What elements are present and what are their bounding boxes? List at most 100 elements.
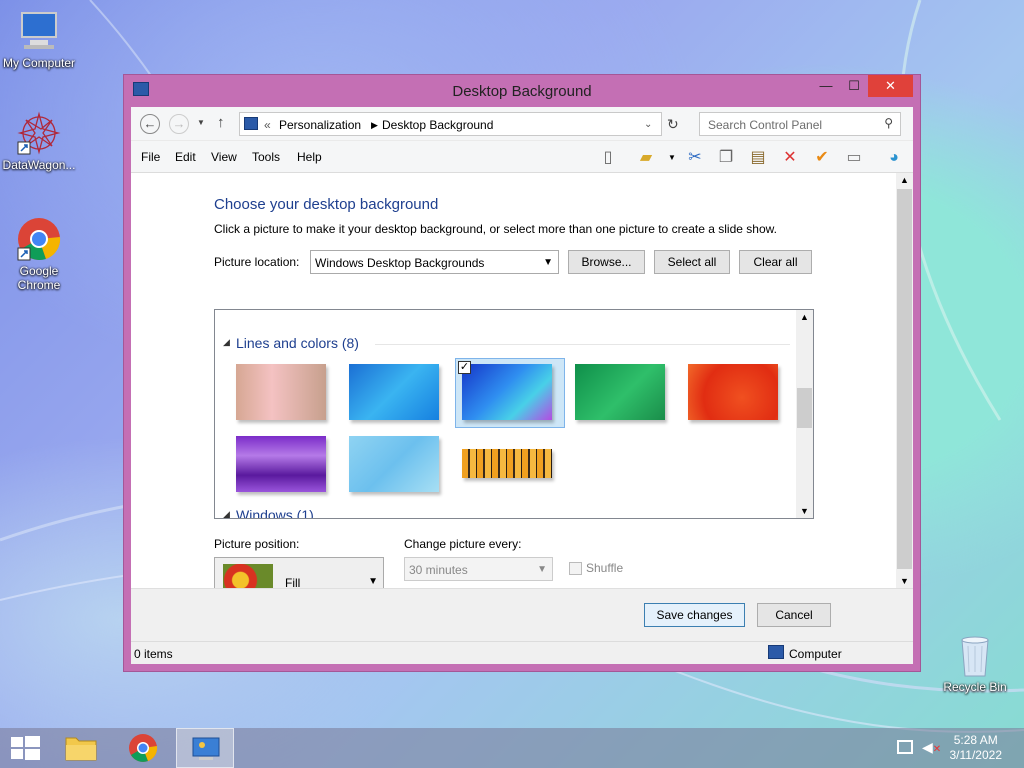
cancel-button[interactable]: Cancel (757, 603, 831, 627)
change-picture-select[interactable]: 30 minutes ▼ (404, 557, 553, 581)
volume-muted-icon[interactable]: ◀✕ (922, 739, 941, 756)
collapse-group-icon[interactable]: ◢ (223, 509, 230, 518)
recycle-bin-icon (952, 632, 998, 678)
picture-location-select[interactable]: Windows Desktop Backgrounds ▼ (310, 250, 559, 274)
checkbox-checked-icon[interactable]: ✓ (458, 361, 471, 374)
group-header-windows[interactable]: Windows (1) (236, 507, 314, 518)
paste-icon[interactable]: ▤ (747, 147, 769, 169)
taskbar: ◀✕ 5:28 AM 3/11/2022 (0, 728, 1024, 768)
menu-view[interactable]: View (211, 150, 237, 164)
navigation-bar: ← → ▼ ↑ « Personalization ▶ Desktop Back… (131, 107, 913, 141)
cut-icon[interactable]: ✂ (684, 147, 706, 169)
group-header-lines-and-colors[interactable]: Lines and colors (8) (236, 335, 359, 351)
desktop-icon-google-chrome[interactable]: Google Chrome (0, 216, 78, 292)
folder-check-icon[interactable]: ▰ (635, 147, 657, 169)
recent-locations-dropdown[interactable]: ▼ (197, 118, 205, 127)
menu-tools[interactable]: Tools (252, 150, 280, 164)
thumbnail-pink-cartoon[interactable] (236, 364, 326, 420)
menu-edit[interactable]: Edit (175, 150, 196, 164)
close-button[interactable]: ✕ (868, 75, 913, 97)
browse-button[interactable]: Browse... (568, 250, 645, 274)
gallery-scrollbar[interactable]: ▲ ▼ (796, 310, 813, 518)
back-button[interactable]: ← (140, 114, 160, 134)
file-explorer-taskbar-button[interactable] (52, 728, 110, 768)
chrome-icon (16, 216, 62, 262)
computer-icon (768, 645, 784, 659)
thumbnail-blue-petals[interactable] (462, 364, 552, 420)
search-placeholder: Search Control Panel (708, 118, 823, 132)
status-location: Computer (789, 647, 842, 661)
preview-pane-icon[interactable]: ▯ (597, 147, 619, 169)
thumbnail-light-blue-lines[interactable] (349, 436, 439, 492)
save-changes-button[interactable]: Save changes (644, 603, 745, 627)
window-title: Desktop Background (452, 83, 592, 100)
shuffle-label: Shuffle (586, 561, 624, 575)
network-icon[interactable] (897, 740, 913, 754)
folder-dropdown-icon[interactable]: ▼ (661, 147, 683, 169)
scrollbar-thumb[interactable] (797, 388, 812, 428)
chevron-down-icon: ▼ (543, 257, 553, 268)
copy-icon[interactable]: ❐ (715, 147, 737, 169)
desktop-icon-datawagon[interactable]: DataWagon... (0, 110, 78, 172)
desktop-icon-recycle-bin[interactable]: Recycle Bin (936, 632, 1014, 694)
thumbnail-orange-swirl[interactable] (688, 364, 778, 420)
maximize-button[interactable]: ☐ (840, 75, 868, 97)
thumbnail-orange-stripes[interactable] (462, 449, 552, 478)
clock-date: 3/11/2022 (949, 748, 1003, 762)
chevron-down-icon: ▼ (537, 564, 547, 575)
desktop-icon-label: Google Chrome (17, 264, 61, 292)
address-dropdown-icon[interactable]: ⌄ (644, 119, 652, 130)
desktop-background-window: Desktop Background — ☐ ✕ ← → ▼ ↑ « Perso… (123, 74, 921, 672)
page-description: Click a picture to make it your desktop … (214, 222, 777, 236)
status-item-count: 0 items (134, 647, 173, 661)
select-all-button[interactable]: Select all (654, 250, 730, 274)
start-button[interactable] (0, 728, 58, 768)
shuffle-checkbox[interactable] (569, 562, 582, 575)
scroll-up-icon[interactable]: ▲ (800, 312, 809, 322)
datawagon-icon (16, 110, 62, 156)
desktop-icon-my-computer[interactable]: My Computer (0, 8, 78, 70)
minimize-button[interactable]: — (812, 75, 840, 97)
menu-help[interactable]: Help (297, 150, 322, 164)
menu-bar: File Edit View Tools Help ▯ ▰ ▼ ✂ ❐ ▤ ✕ … (131, 141, 913, 173)
thumbnail-blue-lines[interactable] (349, 364, 439, 420)
up-button[interactable]: ↑ (217, 114, 225, 131)
globe-icon[interactable]: ◕ (883, 147, 905, 169)
delete-icon[interactable]: ✕ (779, 147, 801, 169)
chrome-icon (129, 734, 158, 762)
refresh-icon[interactable]: ↻ (667, 116, 679, 133)
breadcrumb-separator-icon: ▶ (371, 120, 378, 130)
properties-check-icon[interactable]: ✔ (811, 147, 833, 169)
picture-position-label: Picture position: (214, 537, 300, 551)
taskbar-clock[interactable]: 5:28 AM 3/11/2022 (950, 733, 1003, 763)
breadcrumb-personalization[interactable]: Personalization (279, 118, 361, 132)
desktop-icon-label: Recycle Bin (943, 680, 1007, 694)
picture-location-label: Picture location: (214, 255, 300, 269)
chevron-down-icon: ▼ (368, 576, 378, 587)
chrome-taskbar-button[interactable] (114, 728, 172, 768)
control-panel-taskbar-button[interactable] (176, 728, 234, 768)
scroll-down-icon[interactable]: ▼ (800, 506, 809, 516)
folder-icon (65, 737, 97, 761)
search-icon[interactable]: ⚲ (884, 116, 893, 130)
thumbnail-purple-waves[interactable] (236, 436, 326, 492)
clear-all-button[interactable]: Clear all (739, 250, 812, 274)
collapse-group-icon[interactable]: ◢ (223, 337, 230, 348)
clock-time: 5:28 AM (953, 733, 998, 747)
menu-file[interactable]: File (141, 150, 160, 164)
address-bar[interactable]: « Personalization ▶ Desktop Background ⌄ (239, 112, 662, 136)
desktop-icon-label: My Computer (2, 56, 76, 70)
content-area: Choose your desktop background Click a p… (131, 173, 913, 607)
breadcrumb-desktop-background[interactable]: Desktop Background (382, 118, 493, 132)
page-scrollbar[interactable]: ▲ ▼ (896, 173, 913, 588)
scroll-up-icon[interactable]: ▲ (900, 175, 909, 185)
search-input[interactable]: Search Control Panel ⚲ (699, 112, 901, 136)
title-bar[interactable]: Desktop Background — ☐ ✕ (124, 75, 920, 107)
page-heading: Choose your desktop background (214, 196, 439, 213)
forward-button[interactable]: → (169, 114, 189, 134)
breadcrumb-overflow[interactable]: « (264, 118, 271, 132)
scroll-down-icon[interactable]: ▼ (900, 576, 909, 586)
rename-icon[interactable]: ▭ (843, 147, 865, 169)
scrollbar-thumb[interactable] (897, 189, 912, 569)
thumbnail-green-ribbon[interactable] (575, 364, 665, 420)
